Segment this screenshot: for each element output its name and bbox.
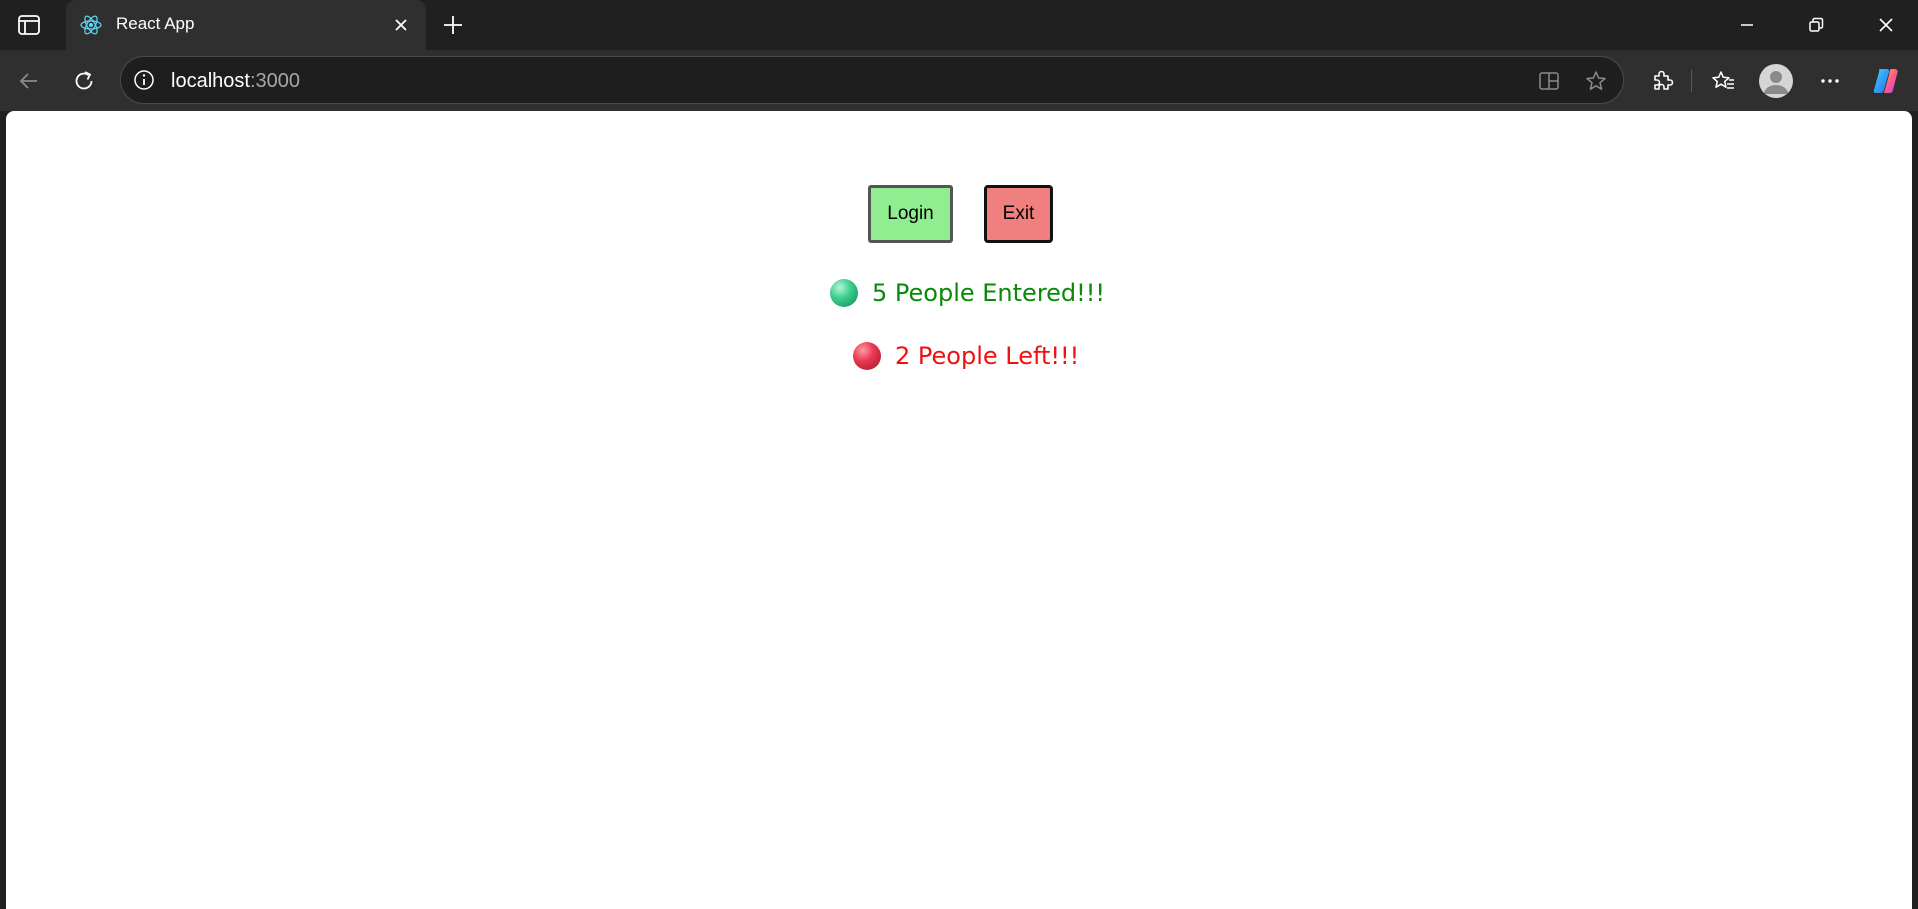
url-host: localhost — [171, 70, 250, 92]
react-logo-icon — [76, 10, 106, 40]
browser-toolbar: localhost:3000 — [0, 50, 1918, 111]
tab-sidebar-icon[interactable] — [16, 12, 42, 38]
puzzle-icon[interactable] — [1645, 64, 1679, 98]
page-viewport: Login Exit 5 People Entered!!! 2 People … — [6, 111, 1912, 909]
plus-icon[interactable] — [438, 10, 468, 40]
close-icon[interactable] — [388, 12, 414, 38]
button-row: Login Exit — [868, 185, 1053, 243]
toolbar-separator — [1691, 70, 1692, 92]
login-button[interactable]: Login — [868, 185, 953, 243]
star-icon[interactable] — [1582, 67, 1610, 95]
restore-icon[interactable] — [1798, 8, 1834, 42]
left-text: 2 People Left!!! — [895, 342, 1080, 370]
favorites-icon[interactable] — [1706, 64, 1740, 98]
more-icon[interactable] — [1813, 64, 1847, 98]
copilot-icon[interactable] — [1869, 64, 1903, 98]
left-status: 2 People Left!!! — [853, 342, 1079, 370]
close-window-icon[interactable] — [1868, 8, 1904, 42]
split-screen-icon[interactable] — [1535, 67, 1563, 95]
url-port: :3000 — [249, 70, 300, 92]
url-text[interactable]: localhost:3000 — [171, 70, 300, 93]
exit-button[interactable]: Exit — [984, 185, 1053, 243]
minimize-icon[interactable] — [1729, 8, 1765, 42]
red-ball-icon — [853, 342, 881, 370]
refresh-icon[interactable] — [67, 64, 101, 98]
info-icon[interactable] — [131, 67, 157, 93]
profile-icon[interactable] — [1759, 64, 1793, 98]
title-bar: React App — [0, 0, 1918, 50]
green-ball-icon — [830, 279, 858, 307]
tab-react-app[interactable]: React App — [66, 0, 426, 50]
address-bar[interactable]: localhost:3000 — [120, 56, 1624, 104]
entered-status: 5 People Entered!!! — [830, 279, 1105, 307]
tab-title: React App — [116, 14, 195, 33]
entered-text: 5 People Entered!!! — [872, 279, 1106, 307]
back-arrow-icon[interactable] — [12, 64, 46, 98]
